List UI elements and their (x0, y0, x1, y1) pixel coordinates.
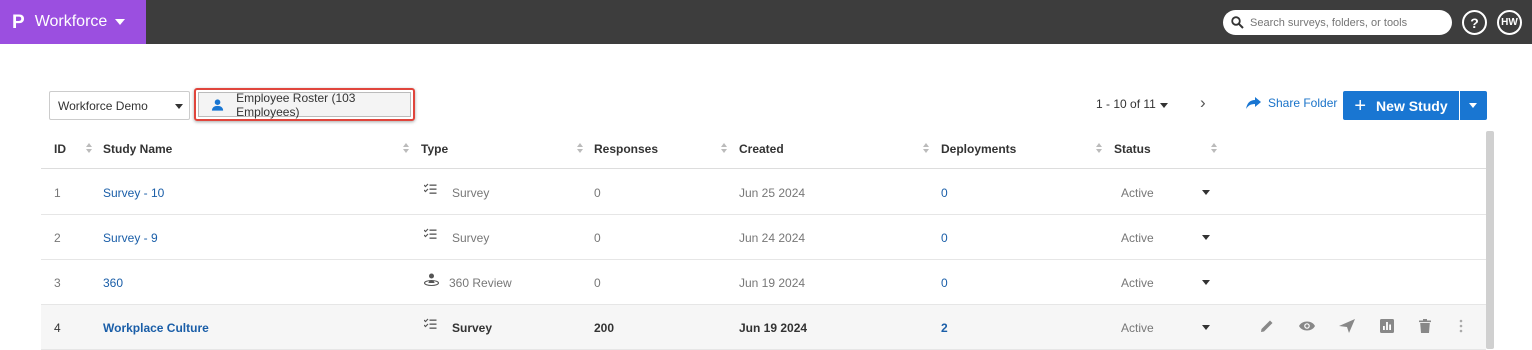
row-id: 3 (54, 276, 61, 290)
responses-count: 200 (594, 321, 615, 335)
table-row[interactable]: 4 Workplace Culture Survey 200 Jun 19 20… (41, 305, 1486, 350)
chevron-down-icon (175, 104, 183, 109)
sort-icon[interactable] (1096, 143, 1102, 153)
status-value[interactable]: Active (1121, 321, 1154, 335)
study-type: Survey (452, 231, 490, 245)
deployments-count[interactable]: 0 (941, 231, 948, 245)
study-name-link[interactable]: Workplace Culture (103, 321, 209, 335)
study-name-link[interactable]: Survey - 9 (103, 231, 158, 245)
person-icon (211, 98, 224, 111)
table-scrollbar[interactable] (1486, 131, 1494, 349)
column-header-type[interactable]: Type (421, 142, 448, 156)
status-value[interactable]: Active (1121, 276, 1154, 290)
created-date: Jun 19 2024 (739, 321, 808, 335)
chevron-down-icon (115, 19, 126, 25)
row-id: 1 (54, 186, 61, 200)
next-page-icon[interactable]: › (1200, 93, 1206, 113)
study-name-link[interactable]: Survey - 10 (103, 186, 164, 200)
study-name-link[interactable]: 360 (103, 276, 123, 290)
column-header-created[interactable]: Created (739, 142, 784, 156)
sort-icon[interactable] (86, 143, 92, 153)
study-type: 360 Review (449, 276, 512, 290)
chevron-down-icon[interactable] (1202, 280, 1210, 285)
column-header-responses[interactable]: Responses (594, 142, 658, 156)
chevron-down-icon (1469, 103, 1477, 108)
folder-select[interactable]: Workforce Demo (49, 91, 190, 120)
status-value[interactable]: Active (1121, 231, 1154, 245)
study-type: Survey (452, 321, 493, 335)
share-arrow-icon (1246, 97, 1261, 109)
table-row[interactable]: 2 Survey - 9 Survey 0 Jun 24 2024 0 Acti… (41, 215, 1486, 260)
chevron-down-icon[interactable] (1160, 103, 1168, 108)
analytics-icon[interactable] (1377, 316, 1397, 336)
studies-table: ID Study Name Type Responses Created Dep… (41, 127, 1486, 350)
deployments-count[interactable]: 0 (941, 186, 948, 200)
help-button[interactable]: ? (1462, 10, 1487, 35)
more-options-icon[interactable] (1451, 316, 1471, 336)
search-icon (1231, 16, 1244, 29)
sort-icon[interactable] (1211, 143, 1217, 153)
send-icon[interactable] (1337, 316, 1357, 336)
created-date: Jun 19 2024 (739, 276, 806, 290)
delete-icon[interactable] (1415, 316, 1435, 336)
column-header-deployments[interactable]: Deployments (941, 142, 1016, 156)
deployments-count[interactable]: 2 (941, 321, 948, 335)
row-id: 4 (54, 321, 61, 335)
row-id: 2 (54, 231, 61, 245)
pagination-range[interactable]: 1 - 10 of 11 (1096, 97, 1156, 111)
study-type: Survey (452, 186, 490, 200)
responses-count: 0 (594, 276, 601, 290)
person-360-icon (424, 273, 439, 287)
table-row[interactable]: 1 Survey - 10 Survey 0 Jun 25 2024 0 Act… (41, 170, 1486, 215)
search-input[interactable] (1250, 16, 1440, 29)
user-avatar[interactable]: HW (1497, 10, 1522, 35)
new-study-button[interactable]: + New Study (1343, 91, 1459, 120)
checklist-icon (424, 318, 437, 329)
responses-count: 0 (594, 231, 601, 245)
sort-icon[interactable] (923, 143, 929, 153)
responses-count: 0 (594, 186, 601, 200)
chevron-down-icon[interactable] (1202, 190, 1210, 195)
top-bar: P Workforce ? HW (0, 0, 1532, 44)
table-row[interactable]: 3 360 360 Review 0 Jun 19 2024 0 Active (41, 260, 1486, 305)
sort-icon[interactable] (403, 143, 409, 153)
column-header-status[interactable]: Status (1114, 142, 1151, 156)
workspace-switcher[interactable]: P Workforce (0, 0, 146, 44)
employee-roster-button[interactable]: Employee Roster (103 Employees) (194, 88, 415, 121)
new-study-label: New Study (1376, 97, 1448, 114)
app-logo: P (12, 11, 25, 33)
roster-label: Employee Roster (103 Employees) (236, 90, 356, 119)
status-value[interactable]: Active (1121, 186, 1154, 200)
sort-icon[interactable] (577, 143, 583, 153)
folder-select-value: Workforce Demo (58, 98, 148, 113)
plus-icon: + (1354, 94, 1367, 117)
share-folder-label: Share Folder (1268, 96, 1338, 110)
chevron-down-icon[interactable] (1202, 325, 1210, 330)
workspace-name: Workforce (34, 13, 108, 30)
table-header: ID Study Name Type Responses Created Dep… (41, 127, 1486, 169)
chevron-down-icon[interactable] (1202, 235, 1210, 240)
checklist-icon (424, 228, 437, 239)
created-date: Jun 24 2024 (739, 231, 806, 245)
sort-icon[interactable] (721, 143, 727, 153)
preview-eye-icon[interactable] (1297, 316, 1317, 336)
global-search[interactable] (1223, 10, 1452, 35)
column-header-id[interactable]: ID (54, 142, 66, 156)
deployments-count[interactable]: 0 (941, 276, 948, 290)
column-header-study-name[interactable]: Study Name (103, 142, 172, 156)
share-folder-button[interactable]: Share Folder (1246, 96, 1337, 110)
new-study-dropdown-button[interactable] (1460, 91, 1487, 120)
checklist-icon (424, 183, 437, 194)
edit-icon[interactable] (1257, 316, 1277, 336)
created-date: Jun 25 2024 (739, 186, 806, 200)
